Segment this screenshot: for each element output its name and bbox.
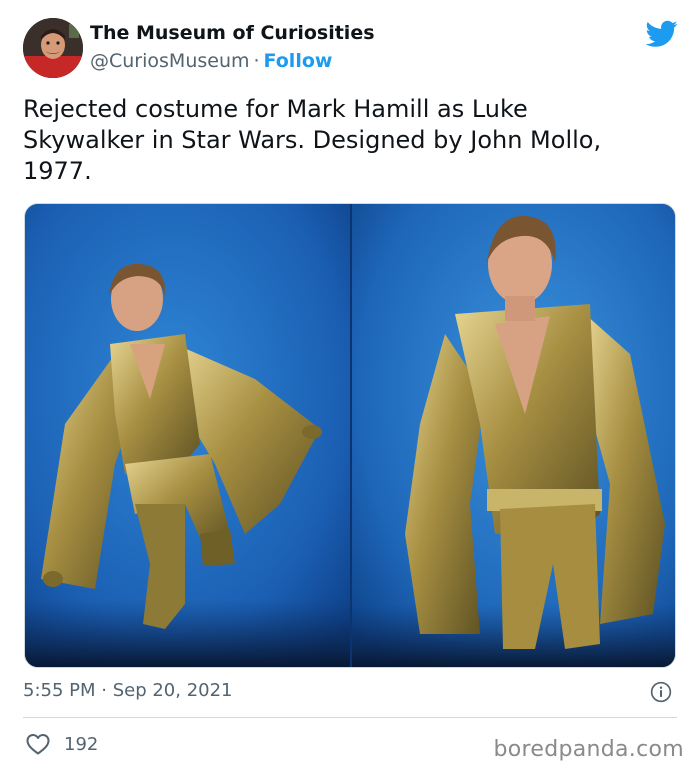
- author-handle[interactable]: @CuriosMuseum: [90, 50, 250, 72]
- heart-icon: [26, 734, 50, 755]
- author-avatar[interactable]: [23, 18, 83, 78]
- tweet-timestamp[interactable]: 5:55 PM · Sep 20, 2021: [23, 680, 233, 701]
- action-divider: [23, 717, 677, 718]
- twitter-bird-icon[interactable]: [646, 20, 678, 48]
- info-icon[interactable]: [650, 681, 672, 703]
- boredpanda-watermark: boredpanda.com: [493, 737, 684, 762]
- follow-button[interactable]: Follow: [264, 50, 333, 72]
- author-handle-line: @CuriosMuseum · Follow: [90, 50, 332, 72]
- tweet-photo[interactable]: [24, 203, 676, 668]
- author-avatar-image: [23, 18, 83, 78]
- like-count: 192: [64, 733, 99, 755]
- handle-separator: ·: [253, 50, 260, 72]
- costume-photo-illustration: [25, 204, 675, 667]
- like-button[interactable]: 192: [26, 733, 98, 755]
- author-display-name[interactable]: The Museum of Curiosities: [90, 22, 375, 44]
- tweet-text: Rejected costume for Mark Hamill as Luke…: [23, 95, 602, 185]
